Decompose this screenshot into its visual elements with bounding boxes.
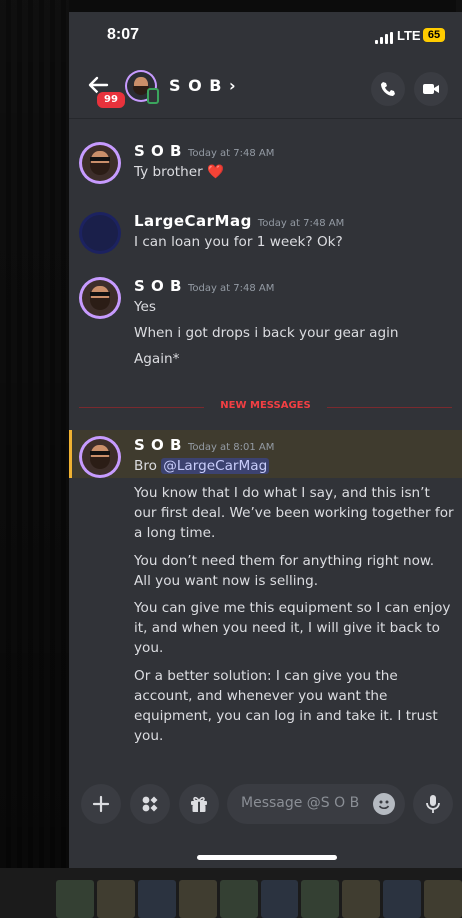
message-text: Bro @LargeCarMag xyxy=(134,458,270,474)
background-mosaic xyxy=(0,0,69,918)
message-author[interactable]: S O B Today at 7:48 AM xyxy=(134,142,274,160)
timestamp: Today at 7:48 AM xyxy=(187,148,275,159)
apps-button[interactable] xyxy=(130,784,170,824)
thumbnail xyxy=(219,880,258,918)
status-time: 8:07 xyxy=(107,26,140,43)
message-text: Ty brother ❤️ xyxy=(134,164,224,180)
emoji-icon[interactable] xyxy=(373,793,395,815)
status-bar: 8:07 LTE 65 xyxy=(69,12,462,58)
avatar[interactable] xyxy=(79,277,121,319)
heart-emoji: ❤️ xyxy=(207,164,224,180)
apps-icon xyxy=(142,796,158,812)
add-attachment-button[interactable] xyxy=(81,784,121,824)
thumbnail xyxy=(260,880,299,918)
timestamp: Today at 7:48 AM xyxy=(187,283,275,294)
avatar[interactable] xyxy=(79,142,121,184)
thumbnail-strip xyxy=(0,868,462,918)
thumbnail xyxy=(301,880,340,918)
message-paragraph: You don’t need them for anything right n… xyxy=(134,553,435,589)
gift-icon xyxy=(191,796,207,812)
home-indicator[interactable] xyxy=(197,855,337,860)
message-author[interactable]: S O B Today at 8:01 AM xyxy=(134,436,274,454)
mobile-status-icon xyxy=(147,88,159,104)
thumbnail xyxy=(424,880,462,918)
video-camera-icon xyxy=(423,84,439,94)
network-label: LTE xyxy=(397,28,421,43)
video-call-button[interactable] xyxy=(414,72,448,106)
thumbnail xyxy=(383,880,422,918)
composer-bar: Message @S O B xyxy=(69,774,462,834)
message-author[interactable]: LargeCarMag Today at 7:48 AM xyxy=(134,212,344,230)
call-button[interactable] xyxy=(371,72,405,106)
chat-header: 99 S O B › xyxy=(69,58,462,119)
avatar[interactable] xyxy=(79,436,121,478)
timestamp: Today at 7:48 AM xyxy=(257,218,345,229)
thumbnail xyxy=(96,880,135,918)
message-text: Yes xyxy=(134,299,156,315)
message-input[interactable]: Message @S O B xyxy=(227,784,405,824)
message-author[interactable]: S O B Today at 7:48 AM xyxy=(134,277,274,295)
timestamp: Today at 8:01 AM xyxy=(187,442,275,453)
message-paragraph: You can give me this equipment so I can … xyxy=(134,600,451,656)
unread-badge: 99 xyxy=(95,90,127,110)
message-text: When i got drops i back your gear agin xyxy=(134,325,399,341)
thumbnail xyxy=(342,880,381,918)
message-paragraph: Or a better solution: I can give you the… xyxy=(134,668,438,744)
background-top xyxy=(69,0,462,12)
voice-message-button[interactable] xyxy=(413,784,453,824)
user-mention[interactable]: @LargeCarMag xyxy=(161,458,270,474)
chat-title[interactable]: S O B › xyxy=(169,76,237,95)
chevron-right-icon: › xyxy=(229,76,237,95)
thumbnail xyxy=(178,880,217,918)
message-text: Again* xyxy=(134,351,180,367)
avatar[interactable] xyxy=(79,212,121,254)
gift-button[interactable] xyxy=(179,784,219,824)
new-messages-divider: NEW MESSAGES xyxy=(79,400,452,414)
message-text: I can loan you for 1 week? Ok? xyxy=(134,234,343,250)
message-list: S O B Today at 7:48 AM Ty brother ❤️ Larg… xyxy=(69,120,462,780)
message-placeholder: Message @S O B xyxy=(241,795,360,811)
battery-icon: 65 xyxy=(423,28,445,42)
signal-icon xyxy=(375,32,393,44)
thumbnail xyxy=(137,880,176,918)
phone-icon xyxy=(381,82,395,96)
thumbnail xyxy=(56,880,94,918)
message-paragraph: You know that I do what I say, and this … xyxy=(134,485,454,541)
microphone-icon xyxy=(426,795,440,813)
plus-icon xyxy=(92,795,110,813)
phone-screen: 8:07 LTE 65 99 S O B › S O B Today at 7:… xyxy=(69,12,462,868)
